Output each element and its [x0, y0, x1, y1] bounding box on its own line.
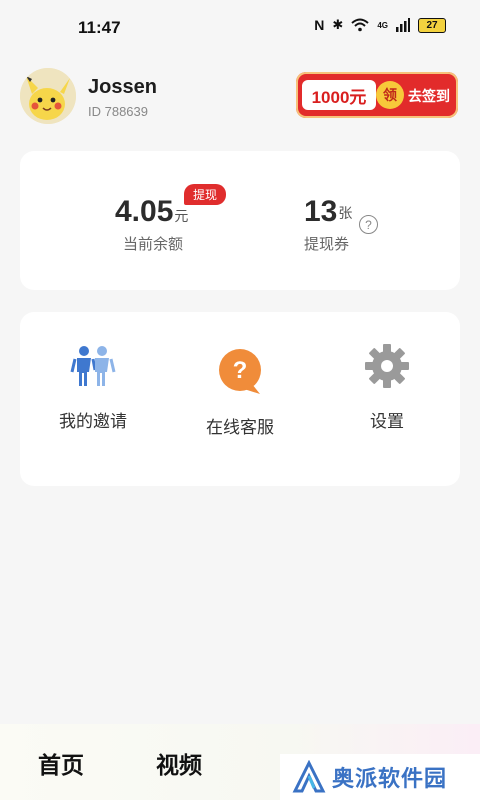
battery-icon: 27	[418, 17, 446, 33]
tab-video[interactable]: 视频	[156, 746, 202, 780]
status-bar: 11:47 N ✱ 4G 27	[0, 0, 480, 56]
nfc-icon: N	[314, 17, 325, 33]
signin-action-label: 去签到	[408, 88, 450, 104]
people-icon	[70, 346, 116, 386]
avatar[interactable]	[20, 68, 76, 124]
status-icons: N ✱ 4G 27	[314, 17, 446, 33]
signal-icon	[396, 18, 410, 32]
signin-badge: 领	[376, 81, 404, 109]
menu-item-label: 我的邀请	[59, 412, 127, 431]
tab-home[interactable]: 首页	[38, 746, 84, 780]
question-chat-icon: ?	[219, 349, 261, 394]
wifi-icon	[351, 18, 369, 32]
menu-item-label: 在线客服	[206, 418, 274, 437]
bottom-tab-bar: 首页 视频 奥派软件园	[0, 724, 480, 800]
voucher-value: 13	[304, 195, 338, 228]
menu-item-invitations[interactable]: 我的邀请	[38, 342, 148, 432]
status-time: 11:47	[78, 18, 121, 37]
balance-card: 4.05元 当前余额 提现 13张 提现券 ?	[20, 151, 460, 290]
voucher-unit: 张	[338, 205, 353, 221]
balance-value: 4.05	[115, 195, 174, 228]
svg-text:?: ?	[233, 357, 248, 384]
menu-item-settings[interactable]: 设置	[332, 342, 442, 432]
signal-label: 4G	[377, 20, 388, 30]
balance-stat[interactable]: 4.05元 当前余额	[115, 195, 188, 254]
user-name: Jossen	[88, 76, 157, 98]
menu-item-support[interactable]: ? 在线客服	[185, 348, 295, 438]
balance-unit: 元	[174, 208, 189, 224]
help-icon[interactable]: ?	[359, 215, 378, 234]
user-id: ID 788639	[88, 104, 148, 119]
pikachu-avatar-icon	[20, 68, 76, 124]
menu-card: 我的邀请 ? 在线客服 设置	[20, 312, 460, 486]
profile-header: Jossen ID 788639 1000元 领 去签到	[20, 68, 460, 128]
withdraw-button[interactable]: 提现	[184, 184, 227, 205]
bluetooth-icon: ✱	[332, 17, 344, 32]
watermark-text: 奥派软件园	[332, 766, 448, 791]
watermark: 奥派软件园	[280, 754, 480, 800]
signin-amount: 1000元	[302, 80, 376, 110]
watermark-logo-icon	[292, 760, 326, 793]
voucher-label: 提现券	[304, 236, 350, 253]
signin-button[interactable]: 1000元 领 去签到	[296, 72, 458, 118]
menu-item-label: 设置	[370, 412, 404, 431]
gear-icon	[365, 344, 409, 388]
balance-label: 当前余额	[123, 236, 184, 253]
voucher-stat[interactable]: 13张 提现券	[304, 195, 352, 254]
